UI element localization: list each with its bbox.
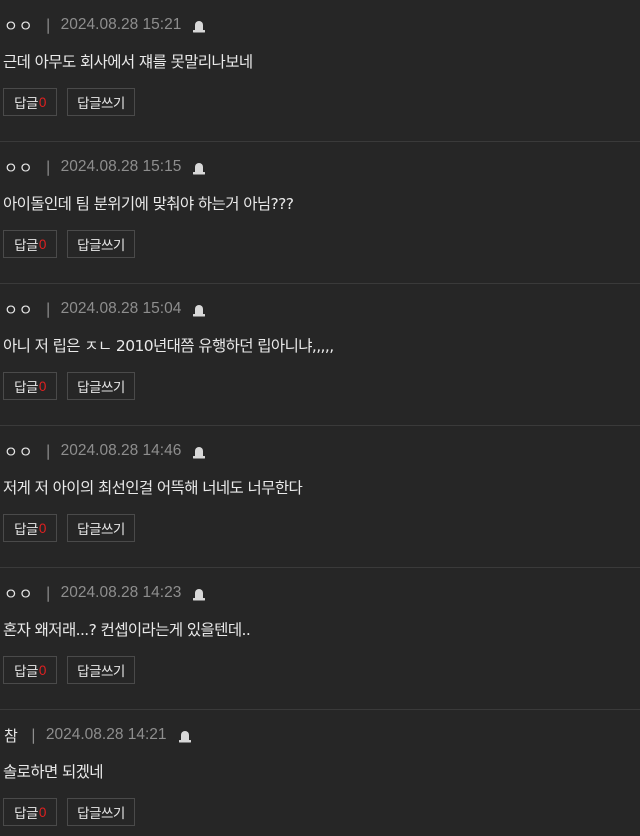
meta-separator: | xyxy=(45,300,51,318)
reply-label: 답글 xyxy=(14,806,38,822)
reply-label: 답글 xyxy=(14,664,38,680)
write-reply-button[interactable]: 답글쓰기 xyxy=(67,656,135,684)
comment-item: ㅇㅇ | 2024.08.28 15:21 근데 아무도 회사에서 쟤를 못말리… xyxy=(0,0,640,142)
comment-meta: ㅇㅇ | 2024.08.28 15:21 xyxy=(4,14,206,36)
comment-author: ㅇㅇ xyxy=(4,16,34,35)
reply-label: 답글 xyxy=(14,96,38,112)
write-reply-button[interactable]: 답글쓰기 xyxy=(67,230,135,258)
comment-meta: ㅇㅇ | 2024.08.28 15:04 xyxy=(4,298,206,320)
meta-separator: | xyxy=(45,584,51,602)
comment-author: ㅇㅇ xyxy=(4,300,34,319)
comment-actions: 답글 0 답글쓰기 xyxy=(3,230,135,258)
comment-list: ㅇㅇ | 2024.08.28 15:21 근데 아무도 회사에서 쟤를 못말리… xyxy=(0,0,640,836)
comment-item: ㅇㅇ | 2024.08.28 14:46 저게 저 아이의 최선인걸 어뜩해 … xyxy=(0,426,640,568)
siren-icon[interactable] xyxy=(192,18,206,33)
comment-actions: 답글 0 답글쓰기 xyxy=(3,656,135,684)
reply-button[interactable]: 답글 0 xyxy=(3,372,57,400)
comment-author: ㅇㅇ xyxy=(4,442,34,461)
comment-text: 아니 저 립은 ㅈㄴ 2010년대쯤 유행하던 립아니냐,,,,, xyxy=(3,337,334,355)
comment-text: 혼자 왜저래...? 컨셉이라는게 있을텐데.. xyxy=(3,621,251,639)
reply-count: 0 xyxy=(38,236,47,252)
reply-count: 0 xyxy=(38,94,47,110)
reply-count: 0 xyxy=(38,378,47,394)
comment-actions: 답글 0 답글쓰기 xyxy=(3,798,135,826)
reply-button[interactable]: 답글 0 xyxy=(3,798,57,826)
reply-button[interactable]: 답글 0 xyxy=(3,656,57,684)
comment-date: 2024.08.28 14:23 xyxy=(60,584,182,601)
comment-date: 2024.08.28 15:04 xyxy=(60,300,182,317)
comment-date: 2024.08.28 14:21 xyxy=(45,726,167,743)
write-reply-button[interactable]: 답글쓰기 xyxy=(67,88,135,116)
reply-button[interactable]: 답글 0 xyxy=(3,514,57,542)
comment-actions: 답글 0 답글쓰기 xyxy=(3,88,135,116)
reply-count: 0 xyxy=(38,520,47,536)
reply-label: 답글 xyxy=(14,380,38,396)
comment-meta: ㅇㅇ | 2024.08.28 14:23 xyxy=(4,582,206,604)
comment-item: 참 | 2024.08.28 14:21 솔로하면 되겠네 답글 0 답글쓰기 xyxy=(0,710,640,836)
comment-meta: ㅇㅇ | 2024.08.28 15:15 xyxy=(4,156,206,178)
comment-author: ㅇㅇ xyxy=(4,158,34,177)
comment-text: 저게 저 아이의 최선인걸 어뜩해 너네도 너무한다 xyxy=(3,479,303,497)
siren-icon[interactable] xyxy=(192,444,206,459)
comment-actions: 답글 0 답글쓰기 xyxy=(3,514,135,542)
comment-date: 2024.08.28 15:21 xyxy=(60,16,182,33)
reply-label: 답글 xyxy=(14,238,38,254)
reply-button[interactable]: 답글 0 xyxy=(3,88,57,116)
write-reply-button[interactable]: 답글쓰기 xyxy=(67,798,135,826)
write-reply-button[interactable]: 답글쓰기 xyxy=(67,514,135,542)
comment-author: 참 xyxy=(4,726,19,745)
comment-text: 솔로하면 되겠네 xyxy=(3,763,104,781)
siren-icon[interactable] xyxy=(192,160,206,175)
siren-icon[interactable] xyxy=(192,586,206,601)
reply-count: 0 xyxy=(38,662,47,678)
comment-text: 근데 아무도 회사에서 쟤를 못말리나보네 xyxy=(3,53,253,71)
meta-separator: | xyxy=(45,16,51,34)
comment-item: ㅇㅇ | 2024.08.28 15:15 아이돌인데 팀 분위기에 맞춰야 하… xyxy=(0,142,640,284)
reply-count: 0 xyxy=(38,804,47,820)
comment-meta: ㅇㅇ | 2024.08.28 14:46 xyxy=(4,440,206,462)
meta-separator: | xyxy=(30,726,36,744)
comment-meta: 참 | 2024.08.28 14:21 xyxy=(4,724,192,746)
meta-separator: | xyxy=(45,442,51,460)
reply-label: 답글 xyxy=(14,522,38,538)
siren-icon[interactable] xyxy=(178,728,192,743)
comment-item: ㅇㅇ | 2024.08.28 15:04 아니 저 립은 ㅈㄴ 2010년대쯤… xyxy=(0,284,640,426)
comment-text: 아이돌인데 팀 분위기에 맞춰야 하는거 아님??? xyxy=(3,195,294,213)
reply-button[interactable]: 답글 0 xyxy=(3,230,57,258)
siren-icon[interactable] xyxy=(192,302,206,317)
write-reply-button[interactable]: 답글쓰기 xyxy=(67,372,135,400)
comment-author: ㅇㅇ xyxy=(4,584,34,603)
comment-date: 2024.08.28 14:46 xyxy=(60,442,182,459)
comment-date: 2024.08.28 15:15 xyxy=(60,158,182,175)
meta-separator: | xyxy=(45,158,51,176)
comment-actions: 답글 0 답글쓰기 xyxy=(3,372,135,400)
comment-item: ㅇㅇ | 2024.08.28 14:23 혼자 왜저래...? 컨셉이라는게 … xyxy=(0,568,640,710)
